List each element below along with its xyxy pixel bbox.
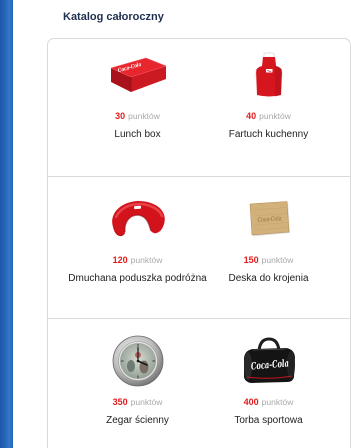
- product-name[interactable]: Fartuch kuchenny: [203, 128, 334, 142]
- wall-clock-icon: [112, 335, 163, 387]
- points-unit: punktów: [130, 255, 163, 265]
- points-unit: punktów: [261, 397, 294, 407]
- left-blue-strip: [0, 0, 13, 448]
- lunch-box-icon: Coca-Cola: [110, 57, 166, 92]
- product-image[interactable]: [72, 331, 203, 391]
- product-tile-sports-bag[interactable]: Coca-Cola 400 punktów Torba sportowa: [203, 331, 334, 448]
- product-name[interactable]: Torba sportowa: [203, 414, 334, 428]
- product-tile-apron[interactable]: 40 punktów Fartuch kuchenny: [203, 45, 334, 176]
- points-unit: punktów: [128, 111, 160, 121]
- catalog-row: 350 punktów Zegar ścienny Coca-Cola 400 pu…: [48, 319, 350, 448]
- product-tile-lunch-box[interactable]: Coca-Cola 30 punktów Lunch box: [72, 45, 203, 176]
- product-points: 150 punktów: [244, 253, 294, 265]
- product-image[interactable]: Coca-Cola: [203, 189, 334, 249]
- catalog-row: Coca-Cola 30 punktów Lunch box 40 punktó…: [48, 39, 350, 177]
- catalog-panel: Coca-Cola 30 punktów Lunch box 40 punktó…: [47, 38, 351, 448]
- product-name[interactable]: Deska do krojenia: [203, 272, 334, 286]
- points-value: 400: [243, 397, 259, 407]
- product-points: 400 punktów: [244, 395, 294, 407]
- product-image[interactable]: [72, 189, 203, 249]
- cutting-board-icon: Coca-Cola: [249, 201, 290, 237]
- product-points: 350 punktów: [113, 395, 163, 407]
- product-image[interactable]: [203, 45, 334, 105]
- neck-pillow-icon: [111, 201, 165, 237]
- points-unit: punktów: [259, 111, 291, 121]
- points-value: 120: [112, 255, 128, 265]
- product-points: 40 punktów: [246, 109, 291, 121]
- points-value: 30: [115, 111, 126, 121]
- sports-bag-icon: Coca-Cola: [243, 337, 295, 383]
- catalog-title: Katalog całoroczny: [63, 11, 164, 23]
- product-tile-cutting-board[interactable]: Coca-Cola 150 punktów Deska do krojenia: [203, 189, 334, 318]
- product-image[interactable]: Coca-Cola: [203, 331, 334, 391]
- points-value: 40: [246, 111, 257, 121]
- product-tile-neck-pillow[interactable]: 120 punktów Dmuchana poduszka podróżna: [68, 189, 207, 318]
- apron-icon: [253, 52, 284, 97]
- points-unit: punktów: [261, 255, 294, 265]
- product-name[interactable]: Dmuchana poduszka podróżna: [68, 272, 206, 286]
- product-points: 30 punktów: [115, 109, 160, 121]
- product-points: 120 punktów: [113, 253, 163, 265]
- product-name[interactable]: Zegar ścienny: [72, 414, 203, 428]
- product-image[interactable]: Coca-Cola: [72, 45, 203, 105]
- product-tile-wall-clock[interactable]: 350 punktów Zegar ścienny: [72, 331, 203, 448]
- points-unit: punktów: [130, 397, 163, 407]
- product-name[interactable]: Lunch box: [72, 128, 203, 142]
- points-value: 150: [243, 255, 259, 265]
- catalog-row: 120 punktów Dmuchana poduszka podróżna Co…: [48, 177, 350, 319]
- points-value: 350: [112, 397, 128, 407]
